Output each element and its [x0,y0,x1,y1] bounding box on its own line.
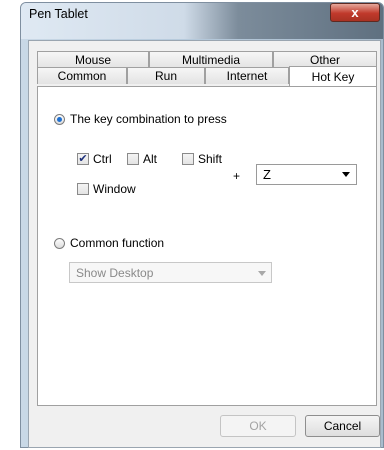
plus-sign: + [233,169,241,183]
tab-run[interactable]: Run [127,67,205,84]
close-button[interactable]: x [330,3,380,22]
key-combination-label: The key combination to press [70,112,227,126]
common-function-value: Show Desktop [76,265,154,280]
tab-multimedia[interactable]: Multimedia [149,51,273,68]
key-combination-radio[interactable] [54,114,65,125]
ctrl-checkbox[interactable]: ✔ [77,153,89,165]
tab-hot-key[interactable]: Hot Key [289,66,377,86]
common-function-radio[interactable] [54,238,65,249]
shift-checkbox[interactable] [182,153,194,165]
ok-button[interactable]: OK [220,415,296,437]
key-select[interactable]: Z [256,164,357,185]
common-function-label: Common function [70,236,165,250]
window-label: Window [93,182,136,196]
tab-mouse[interactable]: Mouse [37,51,149,68]
tab-internet[interactable]: Internet [205,67,289,84]
cancel-button[interactable]: Cancel [305,415,380,437]
alt-checkbox[interactable] [127,153,139,165]
close-icon: x [351,5,359,20]
window-title: Pen Tablet [29,7,88,21]
tab-common[interactable]: Common [37,67,127,84]
chevron-down-icon [342,172,350,177]
alt-label: Alt [143,152,158,166]
common-function-select[interactable]: Show Desktop [69,262,272,283]
key-select-value: Z [263,167,271,182]
shift-label: Shift [198,152,223,166]
chevron-down-icon [258,271,266,276]
window-checkbox[interactable] [77,183,89,195]
ctrl-label: Ctrl [93,152,112,166]
checkmark-icon: ✔ [78,153,88,165]
